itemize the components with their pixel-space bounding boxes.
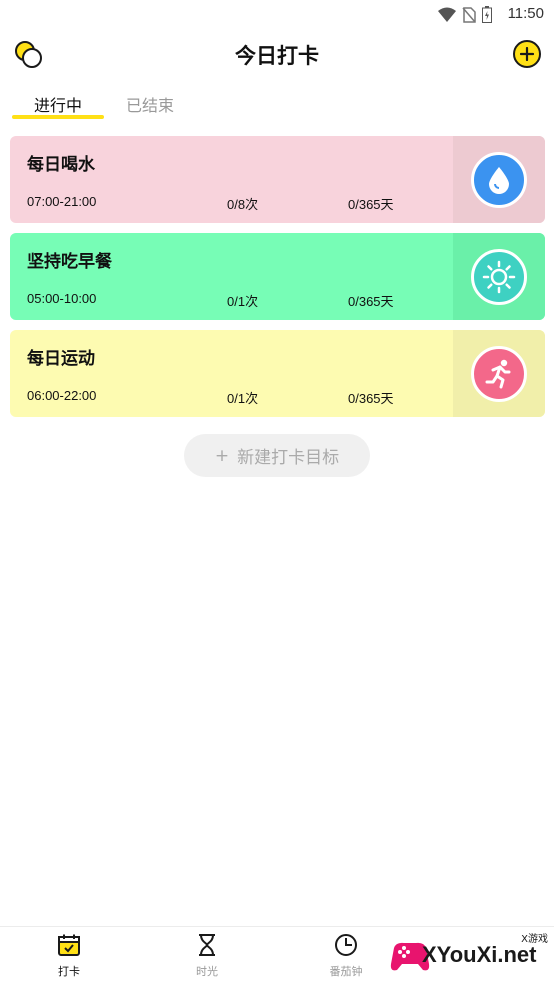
- new-goal-label: 新建打卡目标: [237, 448, 340, 468]
- nav-label: 时光: [196, 965, 218, 978]
- card-count: 0/1次: [227, 294, 259, 309]
- nav-label: 番茄钟: [329, 965, 363, 978]
- card-days: 0/365天: [348, 197, 394, 212]
- plus-icon: [520, 47, 534, 61]
- card-title: 每日运动: [27, 349, 95, 369]
- wifi-icon: [438, 7, 456, 22]
- nav-item-pomodoro[interactable]: 番茄钟: [316, 933, 376, 979]
- add-button[interactable]: [513, 40, 541, 68]
- no-sim-icon: [462, 6, 476, 23]
- hourglass-icon: [199, 934, 215, 956]
- card-icon-panel[interactable]: [453, 136, 545, 223]
- nav-item-checkin[interactable]: 打卡: [39, 933, 99, 979]
- checkin-card-exercise[interactable]: 每日运动 06:00-22:00 0/1次 0/365天: [10, 330, 545, 417]
- sun-icon: [471, 248, 527, 305]
- card-days: 0/365天: [348, 391, 394, 406]
- card-time-range: 05:00-10:00: [27, 291, 97, 306]
- calendar-check-icon: [58, 934, 80, 956]
- status-bar: 11:50: [0, 0, 554, 30]
- status-icons: [438, 6, 492, 23]
- watermark: X游戏 XYouXi.net: [388, 930, 548, 982]
- card-icon-panel[interactable]: [453, 330, 545, 417]
- checkin-card-breakfast[interactable]: 坚持吃早餐 05:00-10:00 0/1次 0/365天: [10, 233, 545, 320]
- tab-active-indicator: [12, 115, 104, 119]
- nav-item-time[interactable]: 时光: [177, 933, 237, 979]
- water-drop-icon: [471, 151, 527, 208]
- tab-bar: 进行中 已结束: [0, 90, 554, 120]
- tab-ended[interactable]: 已结束: [126, 92, 174, 116]
- nav-label: 打卡: [58, 965, 80, 978]
- card-count: 0/8次: [227, 197, 259, 212]
- page-title: 今日打卡: [235, 44, 319, 68]
- checkin-card-water[interactable]: 每日喝水 07:00-21:00 0/8次 0/365天: [10, 136, 545, 223]
- plus-icon: +: [214, 445, 230, 466]
- watermark-text: XYouXi.net: [422, 942, 537, 967]
- clock-icon: [335, 934, 357, 956]
- card-title: 每日喝水: [27, 155, 95, 175]
- card-title: 坚持吃早餐: [27, 252, 112, 272]
- running-icon: [471, 345, 527, 402]
- checkin-list: 每日喝水 07:00-21:00 0/8次 0/365天 坚持吃早餐 05:00…: [10, 136, 545, 427]
- new-goal-button[interactable]: + 新建打卡目标: [184, 434, 370, 477]
- tab-in-progress[interactable]: 进行中: [34, 92, 82, 116]
- card-time-range: 06:00-22:00: [27, 388, 97, 403]
- card-count: 0/1次: [227, 391, 259, 406]
- header: 今日打卡: [0, 30, 554, 82]
- card-icon-panel[interactable]: [453, 233, 545, 320]
- card-days: 0/365天: [348, 294, 394, 309]
- card-time-range: 07:00-21:00: [27, 194, 97, 209]
- battery-icon: [482, 6, 492, 23]
- status-time: 11:50: [507, 5, 544, 22]
